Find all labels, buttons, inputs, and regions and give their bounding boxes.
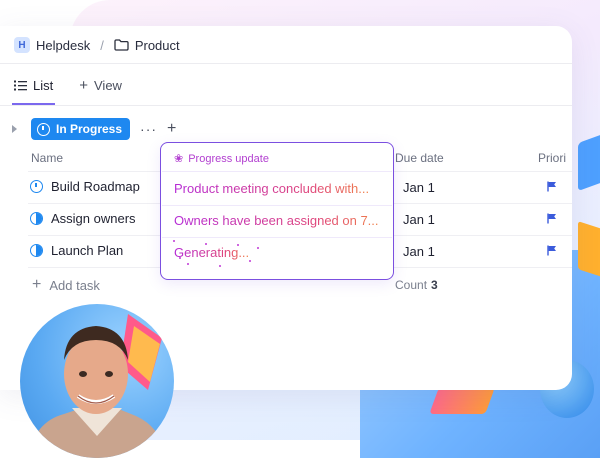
add-task-plus-icon[interactable]: + xyxy=(167,120,176,138)
status-badge[interactable]: In Progress xyxy=(31,118,131,140)
tab-list-label: List xyxy=(33,77,54,93)
row-divider xyxy=(162,205,392,206)
due-date[interactable]: Jan 1 xyxy=(403,244,435,259)
ai-progress-update-column[interactable]: ❀ Progress update Product meeting conclu… xyxy=(160,142,394,280)
sparkle-particle xyxy=(179,257,181,259)
avatar xyxy=(20,304,174,458)
list-icon xyxy=(14,80,27,90)
status-label: In Progress xyxy=(56,122,123,136)
half-circle-icon[interactable] xyxy=(30,212,43,225)
task-name[interactable]: Assign owners xyxy=(51,211,136,226)
sparkle-particle xyxy=(205,243,207,245)
task-row[interactable]: Launch Plan xyxy=(30,243,123,258)
more-options-icon[interactable]: ··· xyxy=(140,121,157,137)
column-header-due-date[interactable]: Due date xyxy=(395,151,444,165)
ai-progress-cell[interactable]: Owners have been assigned on 7... xyxy=(174,213,379,228)
decorative-shape xyxy=(578,132,600,192)
add-view-label: View xyxy=(94,77,122,93)
row-divider xyxy=(162,171,392,172)
due-date[interactable]: Jan 1 xyxy=(403,212,435,227)
header-divider xyxy=(0,63,572,64)
plus-icon: + xyxy=(32,276,42,293)
add-task-button[interactable]: + Add task xyxy=(32,276,100,294)
due-date[interactable]: Jan 1 xyxy=(403,180,435,195)
sparkle-particle xyxy=(219,265,221,267)
ai-column-title: Progress update xyxy=(188,152,269,165)
task-name[interactable]: Build Roadmap xyxy=(51,179,140,194)
breadcrumb-separator: / xyxy=(100,37,104,53)
task-row[interactable]: Assign owners xyxy=(30,211,136,226)
half-circle-icon[interactable] xyxy=(30,244,43,257)
ai-sparkle-icon: ❀ xyxy=(174,153,184,165)
priority-flag-icon[interactable] xyxy=(547,213,557,224)
tab-list[interactable]: List xyxy=(12,76,56,105)
column-header-priority[interactable]: Priori xyxy=(538,151,566,165)
task-name[interactable]: Launch Plan xyxy=(51,243,123,258)
sparkle-particle xyxy=(257,247,259,249)
column-header-name[interactable]: Name xyxy=(31,151,63,165)
plus-icon: + xyxy=(79,76,88,94)
ai-progress-cell[interactable]: Product meeting concluded with... xyxy=(174,181,369,196)
sparkle-particle xyxy=(249,260,251,262)
row-divider xyxy=(162,237,392,238)
in-progress-icon[interactable] xyxy=(30,180,43,193)
task-row[interactable]: Build Roadmap xyxy=(30,179,140,194)
add-task-label: Add task xyxy=(49,277,100,293)
decorative-shape xyxy=(429,388,495,414)
breadcrumb: H Helpdesk / Product xyxy=(14,37,180,53)
status-group-header: In Progress ··· + xyxy=(12,118,176,140)
sparkle-particle xyxy=(173,240,175,242)
sparkle-particle xyxy=(187,263,189,265)
in-progress-icon xyxy=(37,122,50,136)
priority-flag-icon[interactable] xyxy=(547,245,557,256)
person-photo xyxy=(28,314,166,458)
breadcrumb-folder[interactable]: Product xyxy=(135,38,180,53)
views-divider xyxy=(0,105,572,106)
ai-column-header[interactable]: ❀ Progress update xyxy=(174,152,269,166)
collapse-caret-icon[interactable] xyxy=(12,125,17,133)
count-label: Count xyxy=(395,278,428,292)
task-count: Count 3 xyxy=(395,278,438,292)
decorative-shape xyxy=(578,221,600,279)
ai-generating-cell[interactable]: Generating... xyxy=(174,245,249,260)
view-tabs: List + View xyxy=(12,76,124,105)
sparkle-particle xyxy=(237,244,239,246)
priority-flag-icon[interactable] xyxy=(547,181,557,192)
add-view-button[interactable]: + View xyxy=(77,76,124,104)
count-value: 3 xyxy=(431,278,438,292)
breadcrumb-space[interactable]: Helpdesk xyxy=(36,38,90,53)
space-avatar-icon: H xyxy=(14,37,30,53)
folder-icon xyxy=(114,39,129,51)
